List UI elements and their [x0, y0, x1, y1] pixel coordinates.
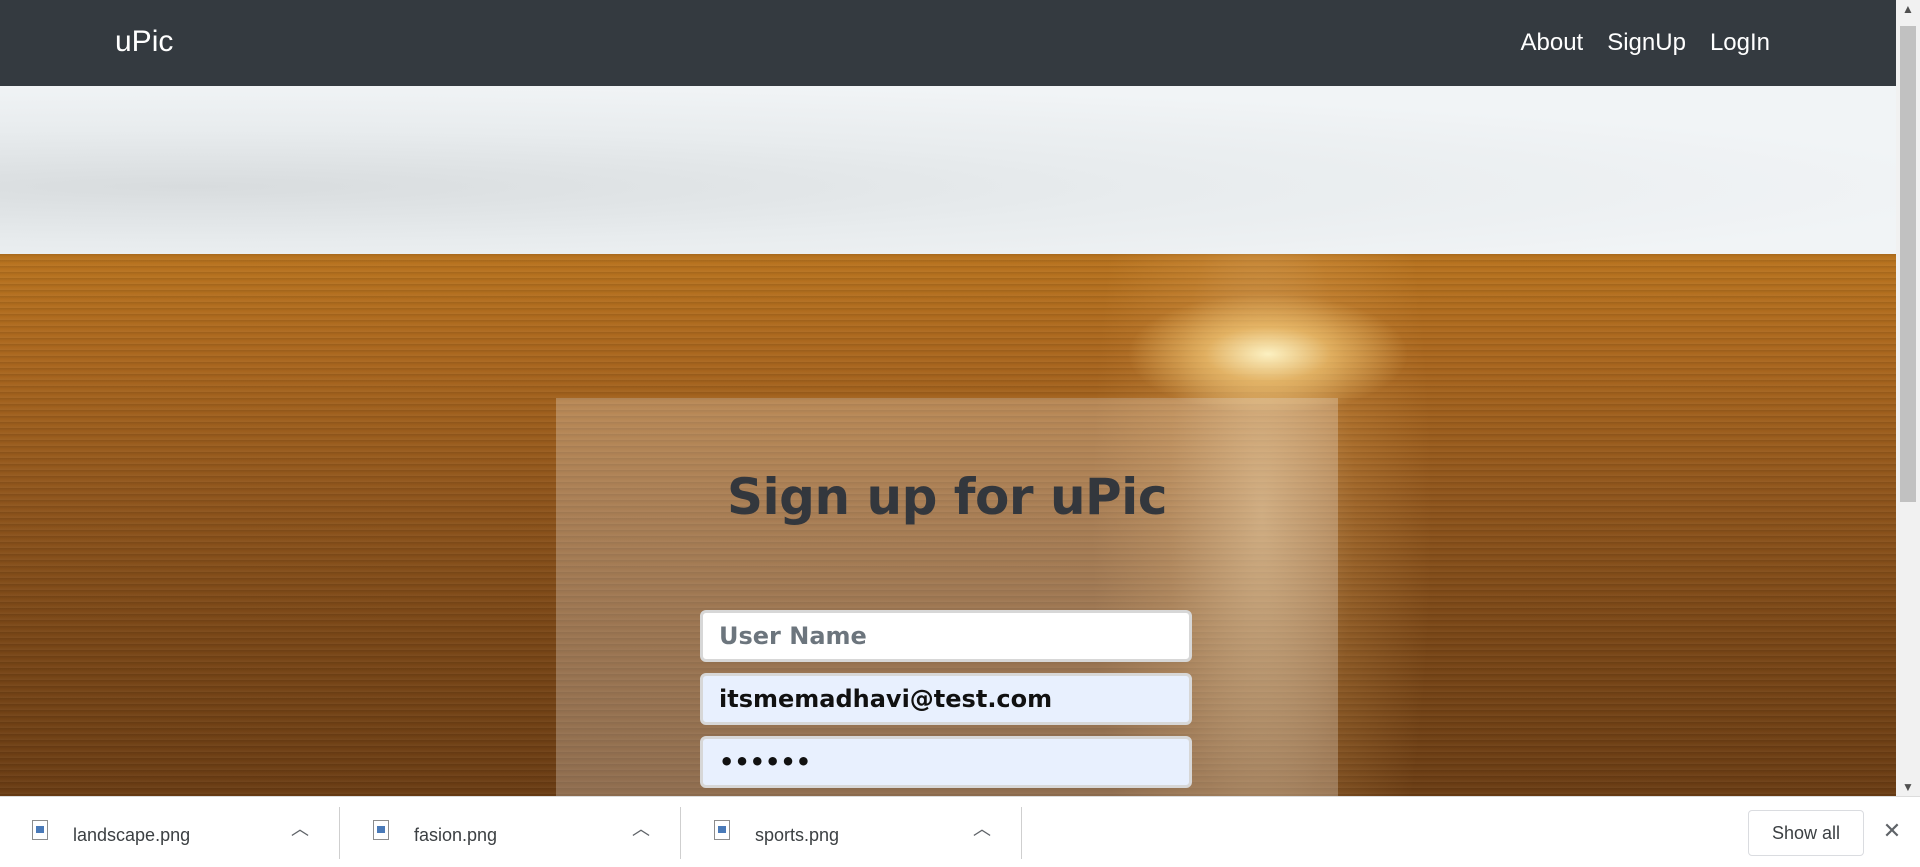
signup-card: Sign up for uPic [556, 398, 1338, 796]
image-file-icon [714, 820, 730, 840]
scroll-up-arrow-icon[interactable]: ▲ [1896, 0, 1920, 18]
download-item[interactable]: sports.png ︿ [682, 797, 1022, 867]
password-input[interactable] [700, 736, 1192, 788]
nav-about-link[interactable]: About [1521, 29, 1584, 57]
nav-signup-link[interactable]: SignUp [1607, 29, 1686, 57]
image-file-icon [32, 820, 48, 840]
chevron-up-icon[interactable]: ︿ [290, 819, 310, 839]
page-scrollbar[interactable]: ▲ ▼ [1896, 0, 1920, 796]
nav-login-link[interactable]: LogIn [1710, 29, 1770, 57]
download-filename: sports.png [755, 825, 840, 845]
download-item[interactable]: fasion.png ︿ [341, 797, 681, 867]
download-shelf: landscape.png ︿ fasion.png ︿ sports.png … [0, 796, 1920, 867]
download-filename: landscape.png [73, 825, 191, 845]
close-icon[interactable]: ✕ [1880, 819, 1904, 843]
scroll-down-arrow-icon[interactable]: ▼ [1896, 778, 1920, 796]
username-input[interactable] [700, 610, 1192, 662]
brand-logo[interactable]: uPic [115, 25, 173, 59]
chevron-up-icon[interactable]: ︿ [631, 819, 651, 839]
navbar: uPic About SignUp LogIn [0, 0, 1896, 86]
nav-links: About SignUp LogIn [1521, 29, 1771, 57]
scrollbar-thumb[interactable] [1900, 26, 1916, 502]
show-all-button[interactable]: Show all [1748, 810, 1864, 856]
signup-title: Sign up for uPic [727, 468, 1167, 526]
hero-sky-background [0, 86, 1896, 254]
email-input[interactable] [700, 673, 1192, 725]
chevron-up-icon[interactable]: ︿ [972, 819, 992, 839]
page-viewport: uPic About SignUp LogIn Sign up for uPic [0, 0, 1896, 796]
download-filename: fasion.png [414, 825, 498, 845]
download-item[interactable]: landscape.png ︿ [0, 797, 340, 867]
image-file-icon [373, 820, 389, 840]
